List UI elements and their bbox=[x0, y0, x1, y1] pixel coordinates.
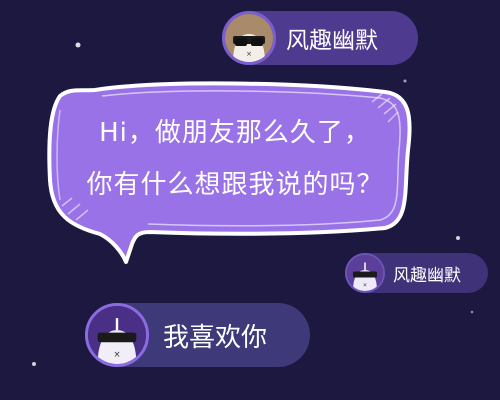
profile-pill-mid[interactable]: × 风趣幽默 bbox=[345, 253, 488, 293]
avatar-cat-sunglasses-icon: × bbox=[222, 11, 276, 65]
message-text: 我喜欢你 bbox=[163, 322, 268, 353]
profile-name: 风趣幽默 bbox=[393, 265, 461, 286]
svg-text:×: × bbox=[246, 50, 252, 58]
bubble-line-1: Hi，做朋友那么久了， bbox=[99, 118, 371, 148]
avatar-cat-sunglasses-icon: × bbox=[85, 303, 149, 367]
profile-name: 风趣幽默 bbox=[286, 28, 378, 54]
bubble-line-2: 你有什么想跟我说的吗？ bbox=[86, 170, 384, 200]
profile-pill-top[interactable]: × 风趣幽默 bbox=[222, 11, 418, 65]
avatar-cat-sunglasses-icon: × bbox=[345, 253, 385, 293]
profile-pill-bottom[interactable]: × 我喜欢你 bbox=[85, 303, 310, 367]
svg-text:×: × bbox=[113, 349, 120, 359]
svg-text:×: × bbox=[363, 283, 367, 289]
